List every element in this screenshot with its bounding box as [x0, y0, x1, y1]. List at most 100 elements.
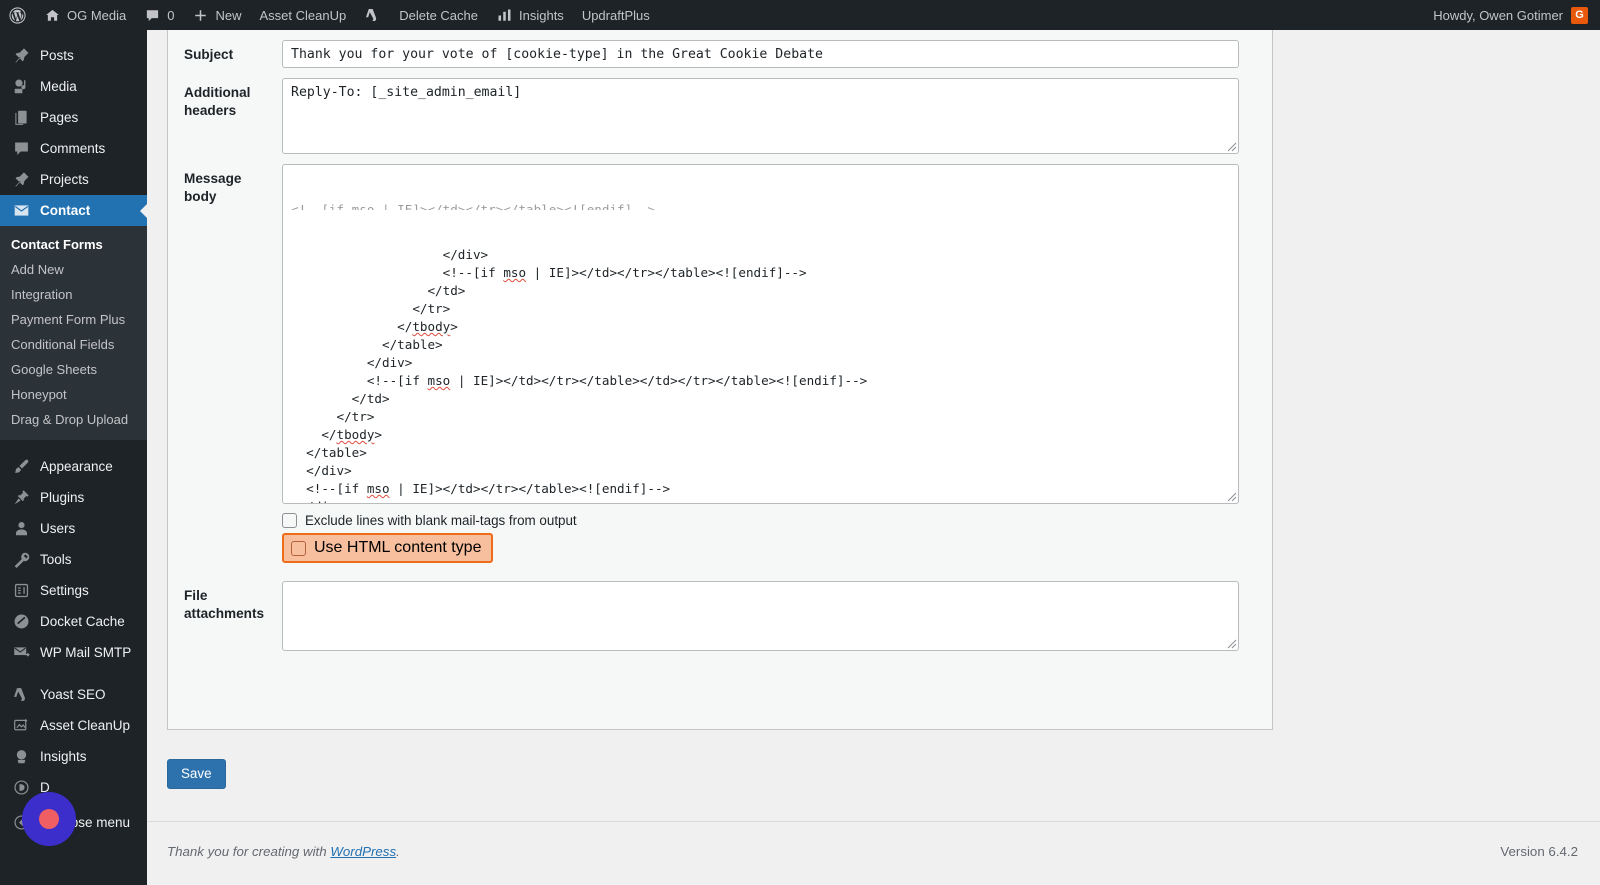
subject-label: Subject	[184, 47, 234, 62]
avatar: G	[1571, 6, 1588, 24]
subject-field-wrap	[272, 30, 1272, 68]
admin-bar-new[interactable]: New	[183, 0, 250, 30]
additional-headers-textarea[interactable]: Reply-To: [_site_admin_email]	[282, 78, 1239, 154]
sidebar-item-asset-cleanup[interactable]: Asset CleanUp	[0, 710, 147, 741]
footer-credit-prefix: Thank you for creating with	[167, 844, 331, 859]
message-body-options: Exclude lines with blank mail-tags from …	[282, 504, 1239, 563]
message-body-clipped-line: <!--[if mso | IE]></td></tr></table><![e…	[291, 202, 655, 210]
admin-bar-delete-cache-label: Delete Cache	[399, 7, 478, 23]
sidebar-item-settings[interactable]: Settings	[0, 575, 147, 606]
sidebar-item-contact-label: Contact	[40, 202, 91, 218]
sidebar-item-pages-label: Pages	[40, 109, 79, 125]
submenu-item-drag-drop-upload[interactable]: Drag & Drop Upload	[0, 407, 147, 432]
sidebar-item-users[interactable]: Users	[0, 513, 147, 544]
admin-bar-site-name-label: OG Media	[67, 7, 127, 23]
sidebar-item-wp-mail-smtp[interactable]: WP Mail SMTP	[0, 637, 147, 668]
file-attachments-field-wrap	[272, 571, 1272, 651]
admin-bar-insights-label: Insights	[519, 7, 564, 23]
message-body-area-wrap: <!--[if mso | IE]></td></tr></table><![e…	[282, 164, 1239, 504]
file-attachments-textarea[interactable]	[282, 581, 1239, 651]
sidebar-item-plugins-label: Plugins	[40, 489, 85, 505]
admin-bar-wp-logo[interactable]	[0, 0, 35, 30]
sidebar-item-tools[interactable]: Tools	[0, 544, 147, 575]
sidebar-item-media[interactable]: Media	[0, 71, 147, 102]
use-html-content-type-label: Use HTML content type	[314, 539, 482, 556]
message-body-textarea[interactable]: <!--[if mso | IE]></td></tr></table><![e…	[282, 164, 1239, 504]
footer-credit-suffix: .	[396, 844, 400, 859]
mail-settings-panel: Subject Additional headers Reply-To: [_s…	[167, 30, 1273, 730]
sidebar-item-docket-cache[interactable]: Docket Cache	[0, 606, 147, 637]
admin-bar-updraftplus-label: UpdraftPlus	[581, 7, 650, 23]
sidebar-item-users-label: Users	[40, 520, 76, 536]
submenu-item-payment-form-plus[interactable]: Payment Form Plus	[0, 307, 147, 332]
submenu-item-integration[interactable]: Integration	[0, 282, 147, 307]
sidebar-item-settings-label: Settings	[40, 582, 89, 598]
exclude-blank-mailtags-row[interactable]: Exclude lines with blank mail-tags from …	[282, 510, 1239, 531]
sidebar-item-appearance[interactable]: Appearance	[0, 451, 147, 482]
sidebar-item-comments[interactable]: Comments	[0, 133, 147, 164]
sidebar-item-posts[interactable]: Posts	[0, 40, 147, 71]
asset-cleanup-icon	[11, 716, 31, 736]
sidebar-item-d[interactable]: D	[0, 772, 147, 803]
sliders-icon	[11, 581, 31, 601]
submenu-item-add-new[interactable]: Add New	[0, 257, 147, 282]
use-html-content-type-row[interactable]: Use HTML content type	[282, 533, 494, 563]
sidebar-item-docket-cache-label: Docket Cache	[40, 613, 125, 629]
sidebar-item-insights-label: Insights	[40, 748, 87, 764]
field-row-file-attachments: File attachments	[168, 571, 1272, 651]
message-body-content: </div> <!--[if mso | IE]></td></tr></tab…	[291, 247, 868, 503]
admin-bar-my-account[interactable]: Howdy, Owen Gotimer G	[1433, 6, 1600, 24]
admin-bar-asset-cleanup-label: Asset CleanUp	[259, 7, 347, 23]
field-row-subject: Subject	[168, 30, 1272, 68]
sidebar-item-insights[interactable]: Insights	[0, 741, 147, 772]
bars-icon	[496, 7, 513, 24]
wordpress-link[interactable]: WordPress	[330, 844, 396, 859]
brush-icon	[11, 457, 31, 477]
contact-submenu: Contact Forms Add New Integration Paymen…	[0, 226, 147, 440]
additional-headers-label: Additional headers	[184, 85, 251, 119]
docket-icon	[11, 612, 31, 632]
plug-icon	[11, 488, 31, 508]
sidebar-item-pages[interactable]: Pages	[0, 102, 147, 133]
footer-credit: Thank you for creating with WordPress.	[167, 844, 400, 859]
submenu-item-contact-forms[interactable]: Contact Forms	[0, 232, 147, 257]
admin-bar-site-name[interactable]: OG Media	[35, 0, 135, 30]
admin-bar-howdy-label: Howdy, Owen Gotimer	[1433, 7, 1563, 23]
use-html-content-type-checkbox[interactable]	[291, 540, 306, 556]
admin-bar-delete-cache[interactable]: Delete Cache	[390, 0, 487, 30]
comment-icon	[144, 7, 161, 24]
pin-icon	[11, 170, 31, 190]
sidebar-item-posts-label: Posts	[40, 47, 74, 63]
file-attachments-area-wrap	[282, 581, 1239, 651]
d-circle-icon	[11, 778, 31, 798]
envelope-icon	[11, 201, 31, 221]
sidebar-item-wp-mail-smtp-label: WP Mail SMTP	[40, 644, 132, 660]
sidebar-item-yoast-seo[interactable]: Yoast SEO	[0, 679, 147, 710]
plus-icon	[192, 7, 209, 24]
submenu-item-conditional-fields[interactable]: Conditional Fields	[0, 332, 147, 357]
admin-bar-asset-cleanup[interactable]: Asset CleanUp	[251, 0, 356, 30]
exclude-blank-mailtags-checkbox[interactable]	[282, 513, 297, 528]
message-body-field-wrap: <!--[if mso | IE]></td></tr></table><![e…	[272, 154, 1272, 563]
sidebar-item-contact[interactable]: Contact	[0, 195, 147, 226]
submenu-item-honeypot[interactable]: Honeypot	[0, 382, 147, 407]
admin-bar-insights[interactable]: Insights	[487, 0, 573, 30]
mail-send-icon	[11, 643, 31, 663]
home-icon	[44, 7, 61, 24]
comment-icon	[11, 139, 31, 159]
save-button[interactable]: Save	[167, 759, 226, 790]
sidebar-item-tools-label: Tools	[40, 551, 72, 567]
sidebar-item-plugins[interactable]: Plugins	[0, 482, 147, 513]
admin-bar-yoast[interactable]	[355, 0, 390, 30]
admin-bar-comments[interactable]: 0	[135, 0, 183, 30]
subject-input[interactable]	[282, 40, 1239, 68]
sidebar-item-projects[interactable]: Projects	[0, 164, 147, 195]
admin-bar-updraftplus[interactable]: UpdraftPlus	[573, 0, 659, 30]
submenu-item-google-sheets[interactable]: Google Sheets	[0, 357, 147, 382]
main-content: Subject Additional headers Reply-To: [_s…	[147, 30, 1600, 885]
sidebar-item-media-label: Media	[40, 78, 77, 94]
user-icon	[11, 519, 31, 539]
file-attachments-label: File attachments	[184, 588, 265, 622]
yoast-icon	[364, 7, 381, 24]
yoast-icon	[11, 685, 31, 705]
